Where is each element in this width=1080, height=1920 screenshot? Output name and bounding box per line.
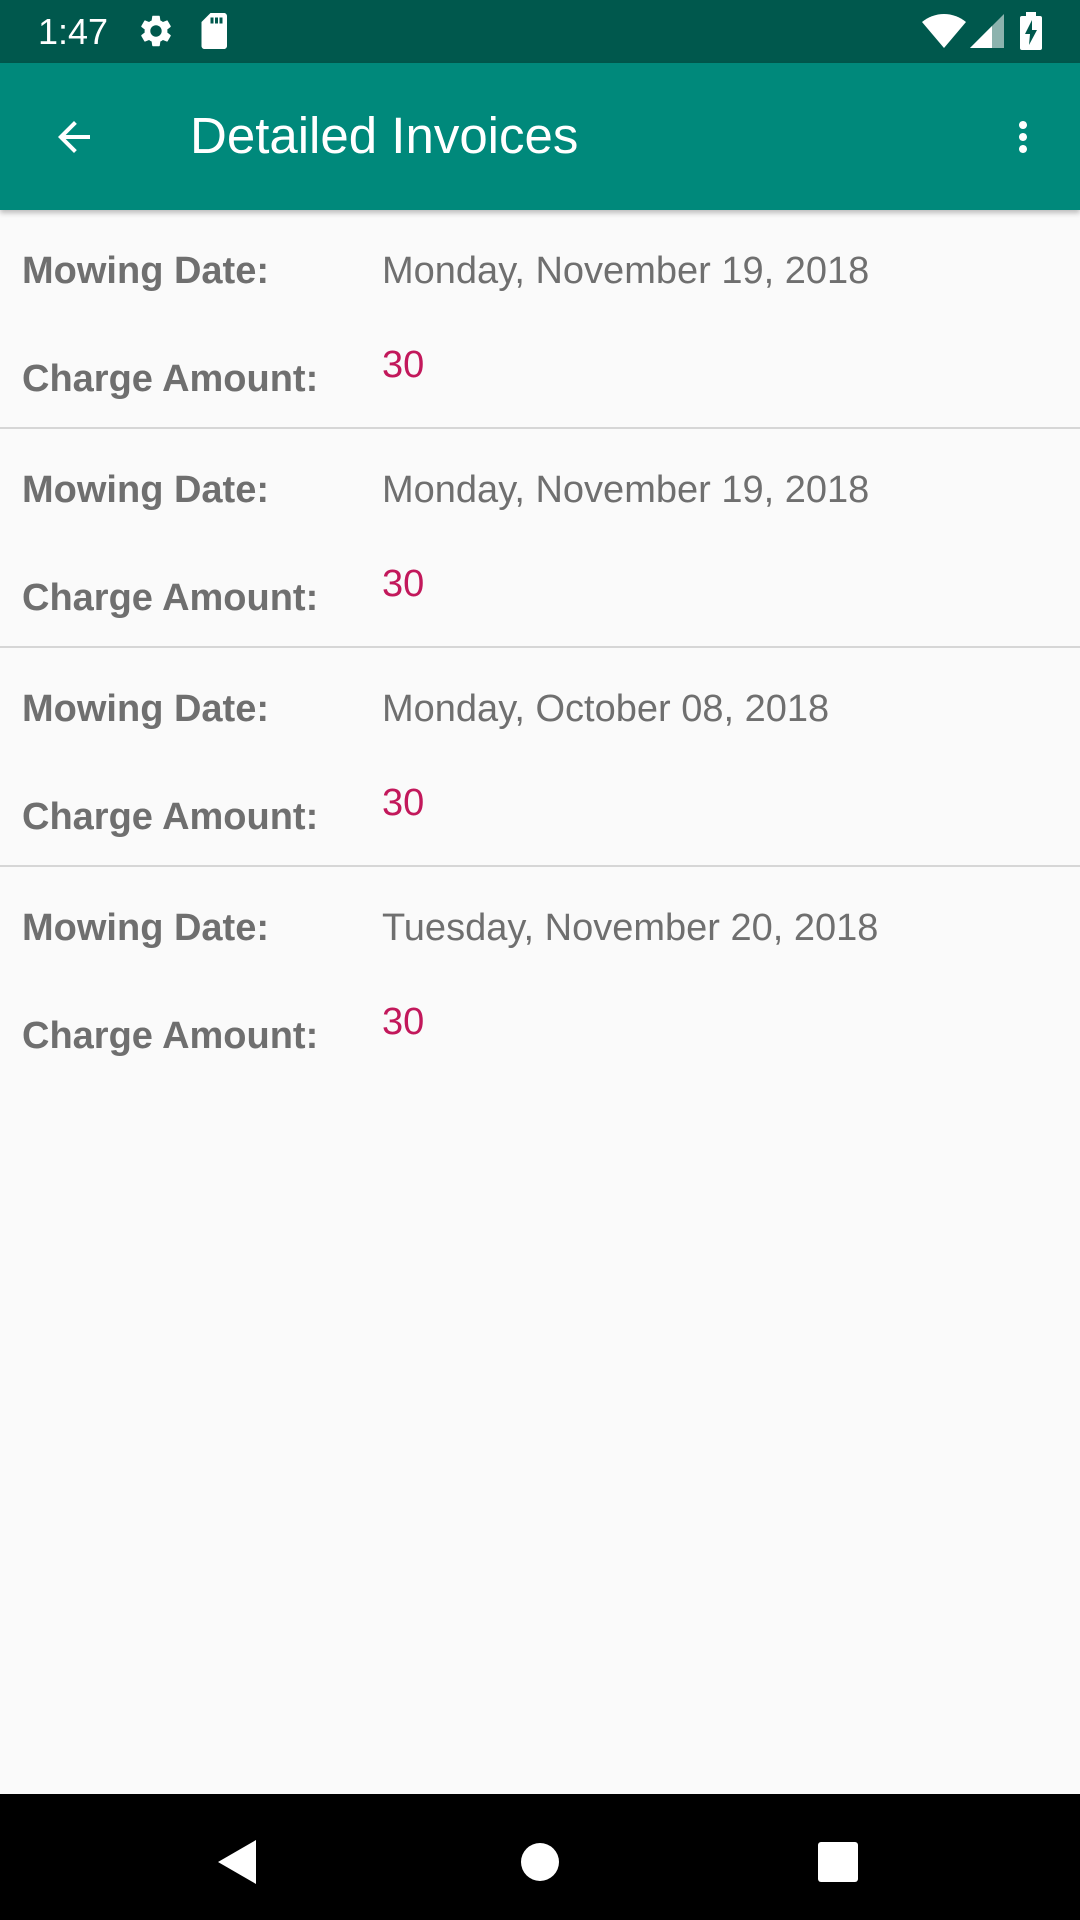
sd-card-icon xyxy=(201,13,227,49)
home-circle-icon xyxy=(521,1843,559,1881)
page-title: Detailed Invoices xyxy=(190,107,579,164)
charge-amount-label: Charge Amount: xyxy=(22,1015,319,1057)
mowing-date-value: Monday, November 19, 2018 xyxy=(382,250,870,292)
charge-amount-value: 30 xyxy=(382,1001,425,1043)
gear-icon xyxy=(141,15,171,47)
mowing-date-label: Mowing Date: xyxy=(22,688,269,730)
charge-amount-label: Charge Amount: xyxy=(22,796,319,838)
invoice-item[interactable]: Mowing Date: Monday, October 08, 2018 Ch… xyxy=(0,648,1080,867)
mowing-date-label: Mowing Date: xyxy=(22,469,269,511)
recents-square-icon xyxy=(818,1842,858,1882)
invoice-item[interactable]: Mowing Date: Monday, November 19, 2018 C… xyxy=(0,210,1080,429)
mowing-date-value: Monday, October 08, 2018 xyxy=(382,688,830,730)
status-bar: 1:47 xyxy=(0,0,1080,63)
overflow-menu-button[interactable] xyxy=(990,93,1056,181)
screen: 1:47 Detailed Invoices Mowing Date: Mond… xyxy=(0,0,1080,1920)
charge-amount-value: 30 xyxy=(382,344,425,386)
mowing-date-value: Monday, November 19, 2018 xyxy=(382,469,870,511)
nav-back-button[interactable] xyxy=(198,1822,278,1902)
more-vert-icon xyxy=(1019,121,1027,153)
back-button[interactable] xyxy=(30,93,118,181)
mowing-date-label: Mowing Date: xyxy=(22,907,269,949)
wifi-icon xyxy=(922,14,966,48)
invoice-list: Mowing Date: Monday, November 19, 2018 C… xyxy=(0,210,1080,1084)
invoice-item[interactable]: Mowing Date: Tuesday, November 20, 2018 … xyxy=(0,867,1080,1084)
nav-recents-button[interactable] xyxy=(798,1822,878,1902)
charge-amount-label: Charge Amount: xyxy=(22,577,319,619)
invoice-item[interactable]: Mowing Date: Monday, November 19, 2018 C… xyxy=(0,429,1080,648)
app-bar: Detailed Invoices xyxy=(0,63,1080,210)
nav-home-button[interactable] xyxy=(500,1822,580,1902)
charge-amount-label: Charge Amount: xyxy=(22,358,319,400)
status-time: 1:47 xyxy=(38,11,109,52)
navigation-bar xyxy=(0,1794,1080,1920)
mowing-date-label: Mowing Date: xyxy=(22,250,269,292)
arrow-back-icon xyxy=(58,121,90,153)
signal-icon xyxy=(970,14,1004,48)
mowing-date-value: Tuesday, November 20, 2018 xyxy=(382,907,879,949)
battery-icon xyxy=(1020,12,1042,50)
charge-amount-value: 30 xyxy=(382,563,425,605)
back-triangle-icon xyxy=(218,1840,256,1884)
charge-amount-value: 30 xyxy=(382,782,425,824)
